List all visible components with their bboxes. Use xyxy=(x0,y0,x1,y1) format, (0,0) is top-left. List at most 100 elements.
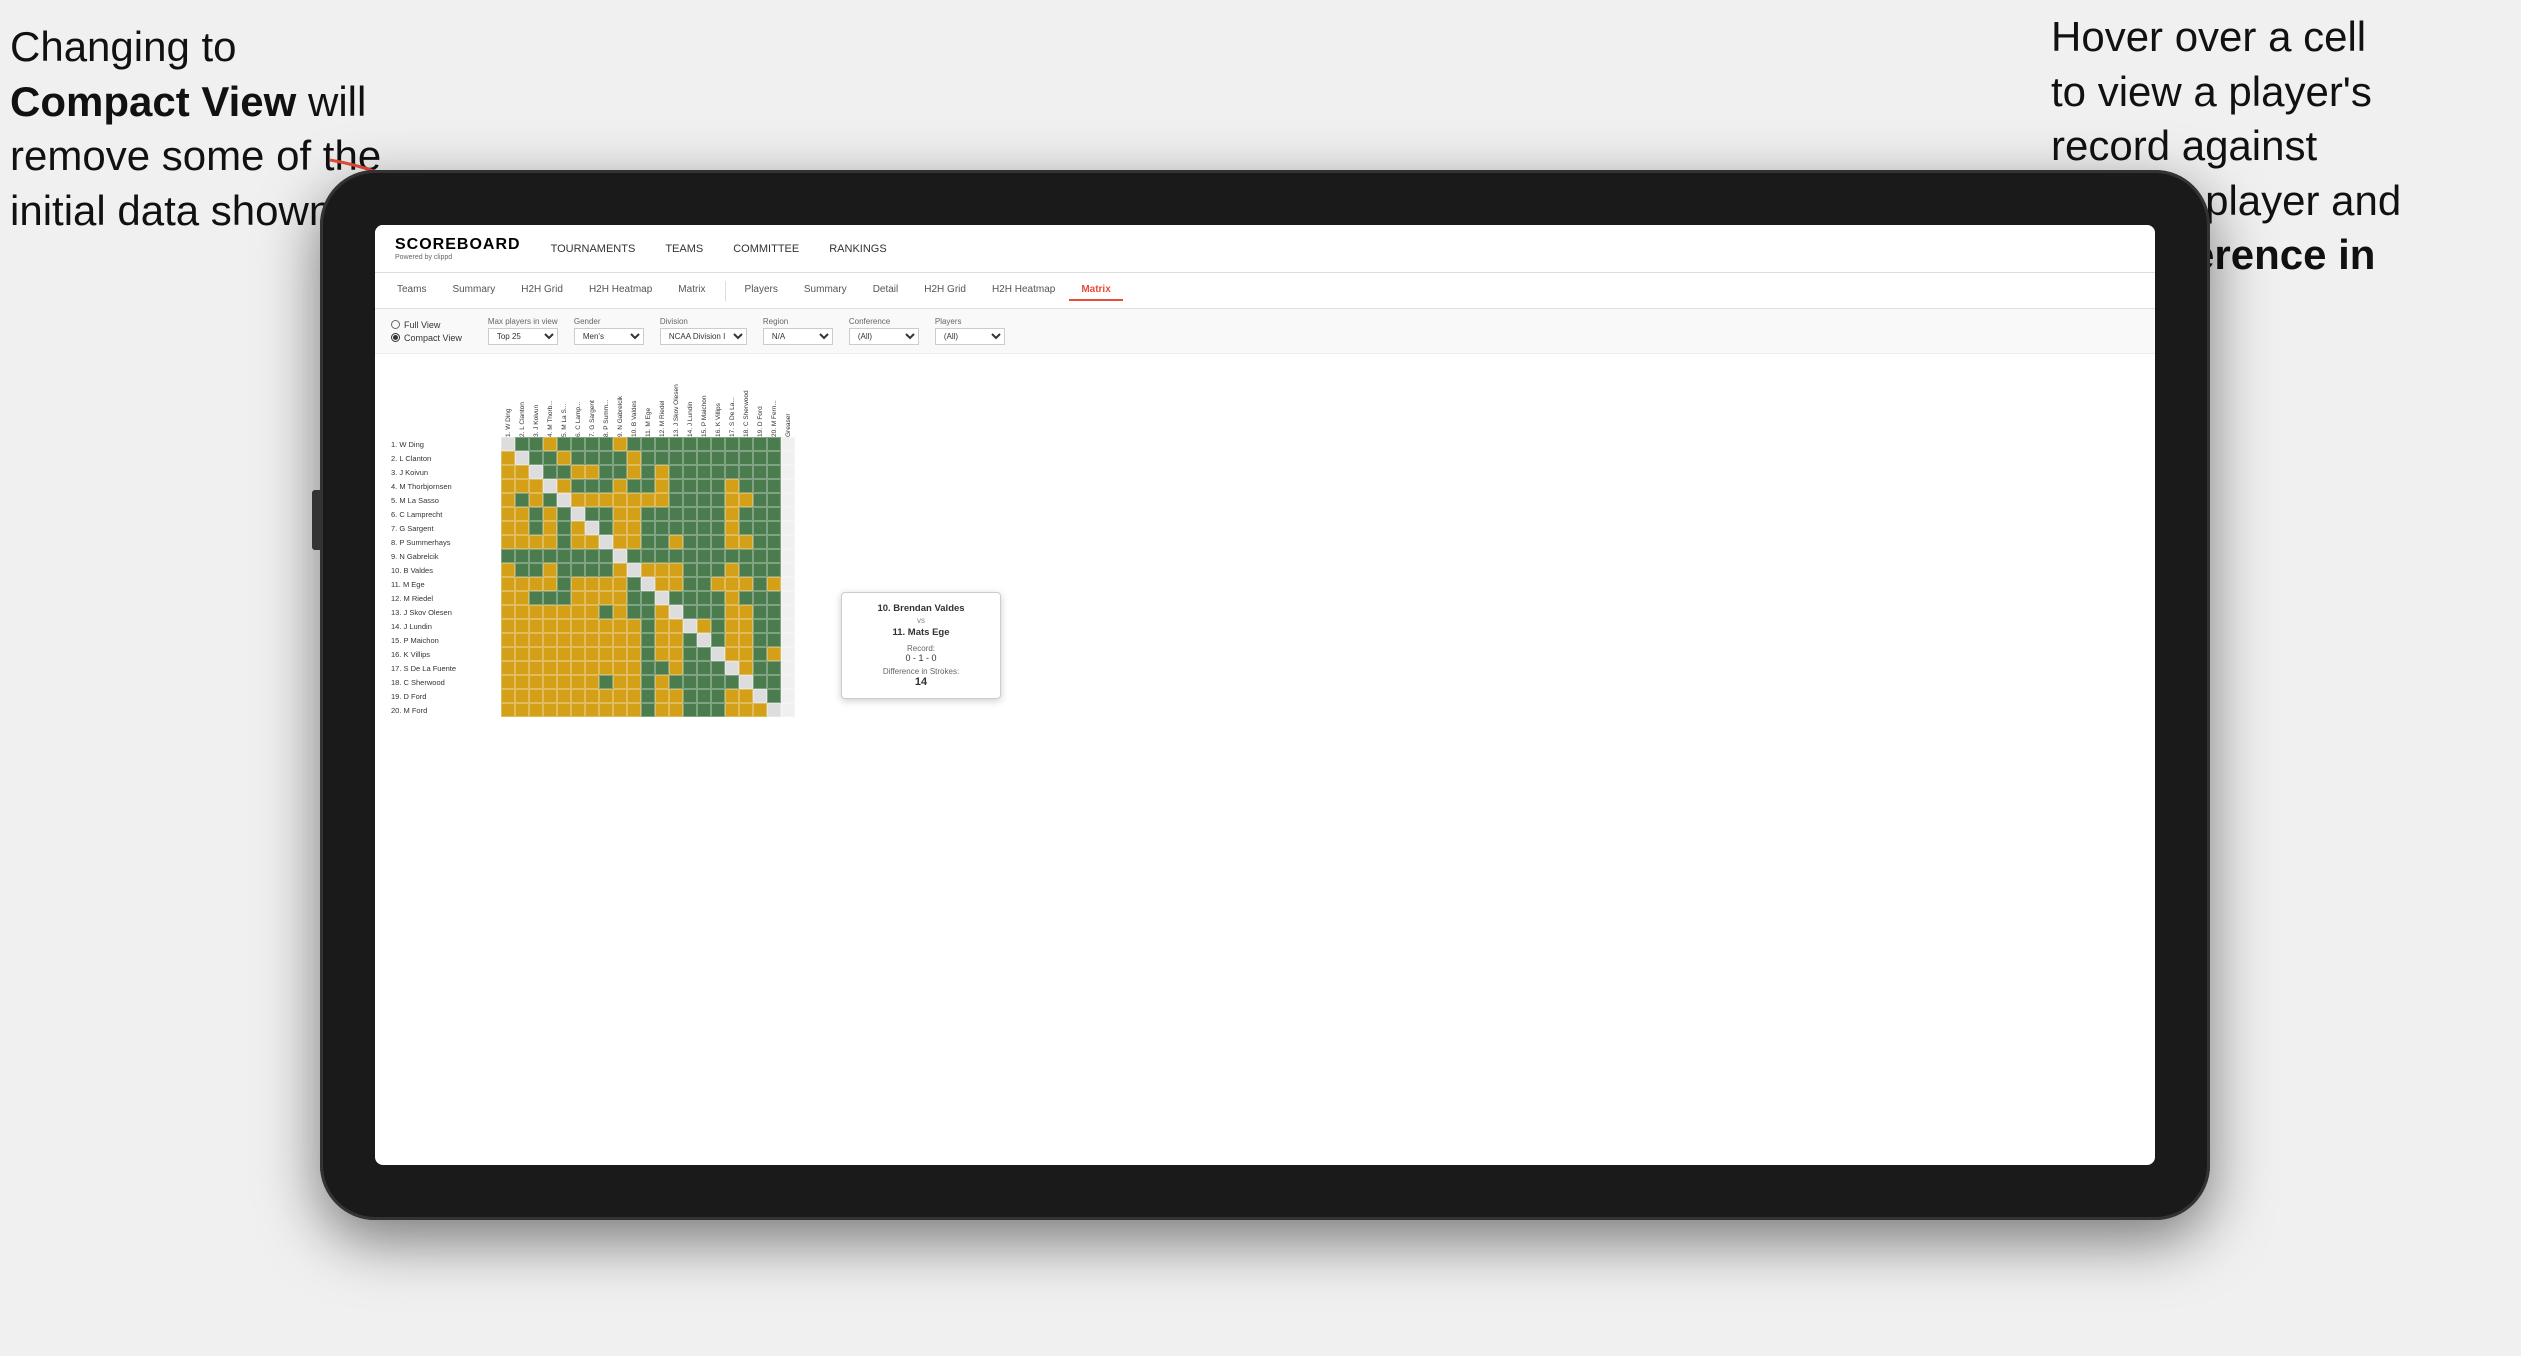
matrix-cell[interactable] xyxy=(683,437,697,451)
matrix-cell[interactable] xyxy=(571,605,585,619)
matrix-cell[interactable] xyxy=(613,577,627,591)
matrix-cell[interactable] xyxy=(669,493,683,507)
matrix-cell[interactable] xyxy=(599,661,613,675)
matrix-cell[interactable] xyxy=(501,703,515,717)
matrix-cell[interactable] xyxy=(725,465,739,479)
matrix-cell[interactable] xyxy=(711,661,725,675)
nav-teams[interactable]: TEAMS xyxy=(665,239,703,259)
matrix-cell[interactable] xyxy=(599,465,613,479)
matrix-cell[interactable] xyxy=(627,563,641,577)
matrix-cell[interactable] xyxy=(515,549,529,563)
matrix-cell[interactable] xyxy=(571,633,585,647)
tab-detail[interactable]: Detail xyxy=(861,280,911,301)
matrix-cell[interactable] xyxy=(599,535,613,549)
matrix-cell[interactable] xyxy=(683,689,697,703)
matrix-cell[interactable] xyxy=(669,451,683,465)
matrix-cell[interactable] xyxy=(641,507,655,521)
matrix-cell[interactable] xyxy=(781,549,795,563)
matrix-cell[interactable] xyxy=(781,521,795,535)
matrix-cell[interactable] xyxy=(641,689,655,703)
matrix-cell[interactable] xyxy=(501,563,515,577)
matrix-cell[interactable] xyxy=(753,605,767,619)
matrix-cell[interactable] xyxy=(515,507,529,521)
matrix-cell[interactable] xyxy=(697,507,711,521)
matrix-cell[interactable] xyxy=(753,577,767,591)
matrix-cell[interactable] xyxy=(655,507,669,521)
matrix-cell[interactable] xyxy=(739,493,753,507)
tab-matrix-1[interactable]: Matrix xyxy=(666,280,717,301)
matrix-cell[interactable] xyxy=(683,633,697,647)
matrix-cell[interactable] xyxy=(641,521,655,535)
matrix-cell[interactable] xyxy=(585,689,599,703)
matrix-cell[interactable] xyxy=(529,465,543,479)
matrix-cell[interactable] xyxy=(725,437,739,451)
matrix-cell[interactable] xyxy=(683,535,697,549)
matrix-cell[interactable] xyxy=(669,535,683,549)
matrix-cell[interactable] xyxy=(655,577,669,591)
matrix-cell[interactable] xyxy=(711,563,725,577)
matrix-cell[interactable] xyxy=(683,703,697,717)
region-select[interactable]: N/A xyxy=(763,328,833,345)
matrix-cell[interactable] xyxy=(697,549,711,563)
division-select[interactable]: NCAA Division I xyxy=(660,328,747,345)
matrix-cell[interactable] xyxy=(767,703,781,717)
matrix-cell[interactable] xyxy=(767,661,781,675)
matrix-cell[interactable] xyxy=(613,493,627,507)
matrix-cell[interactable] xyxy=(655,563,669,577)
matrix-cell[interactable] xyxy=(585,549,599,563)
matrix-cell[interactable] xyxy=(725,619,739,633)
matrix-cell[interactable] xyxy=(739,549,753,563)
matrix-cell[interactable] xyxy=(585,577,599,591)
matrix-cell[interactable] xyxy=(557,703,571,717)
matrix-cell[interactable] xyxy=(753,521,767,535)
matrix-cell[interactable] xyxy=(501,479,515,493)
matrix-cell[interactable] xyxy=(753,479,767,493)
matrix-cell[interactable] xyxy=(571,507,585,521)
matrix-cell[interactable] xyxy=(739,591,753,605)
matrix-cell[interactable] xyxy=(641,675,655,689)
matrix-cell[interactable] xyxy=(739,535,753,549)
matrix-cell[interactable] xyxy=(529,577,543,591)
matrix-cell[interactable] xyxy=(515,451,529,465)
matrix-cell[interactable] xyxy=(655,465,669,479)
matrix-cell[interactable] xyxy=(515,563,529,577)
matrix-cell[interactable] xyxy=(501,493,515,507)
matrix-cell[interactable] xyxy=(543,535,557,549)
matrix-cell[interactable] xyxy=(739,521,753,535)
matrix-cell[interactable] xyxy=(501,465,515,479)
matrix-cell[interactable] xyxy=(753,661,767,675)
matrix-cell[interactable] xyxy=(767,493,781,507)
matrix-cell[interactable] xyxy=(501,605,515,619)
players-select[interactable]: (All) xyxy=(935,328,1005,345)
matrix-cell[interactable] xyxy=(543,465,557,479)
matrix-cell[interactable] xyxy=(711,605,725,619)
matrix-cell[interactable] xyxy=(683,675,697,689)
matrix-cell[interactable] xyxy=(767,507,781,521)
matrix-cell[interactable] xyxy=(767,577,781,591)
matrix-cell[interactable] xyxy=(725,507,739,521)
matrix-cell[interactable] xyxy=(781,661,795,675)
matrix-cell[interactable] xyxy=(599,619,613,633)
matrix-cell[interactable] xyxy=(501,437,515,451)
matrix-cell[interactable] xyxy=(655,549,669,563)
matrix-cell[interactable] xyxy=(725,479,739,493)
matrix-cell[interactable] xyxy=(753,507,767,521)
matrix-cell[interactable] xyxy=(543,451,557,465)
matrix-cell[interactable] xyxy=(613,703,627,717)
matrix-cell[interactable] xyxy=(627,703,641,717)
matrix-cell[interactable] xyxy=(613,633,627,647)
matrix-cell[interactable] xyxy=(739,647,753,661)
matrix-cell[interactable] xyxy=(557,591,571,605)
matrix-cell[interactable] xyxy=(627,647,641,661)
matrix-cell[interactable] xyxy=(529,507,543,521)
matrix-cell[interactable] xyxy=(753,563,767,577)
matrix-cell[interactable] xyxy=(627,605,641,619)
matrix-cell[interactable] xyxy=(725,521,739,535)
matrix-cell[interactable] xyxy=(557,465,571,479)
matrix-cell[interactable] xyxy=(543,507,557,521)
matrix-cell[interactable] xyxy=(599,647,613,661)
matrix-cell[interactable] xyxy=(753,549,767,563)
matrix-cell[interactable] xyxy=(501,549,515,563)
matrix-cell[interactable] xyxy=(683,619,697,633)
matrix-cell[interactable] xyxy=(571,535,585,549)
